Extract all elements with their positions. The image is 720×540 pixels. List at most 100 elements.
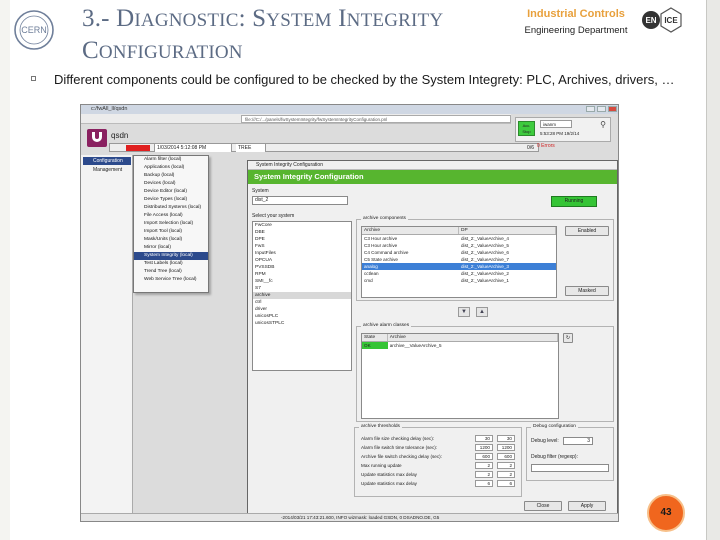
archive-components-title: archive components (361, 216, 408, 221)
threshold-current: 30 (497, 435, 515, 442)
slide: CERN 3.- DIAGNOSTIC: SYSTEM INTEGRITY CO… (0, 0, 720, 540)
menu-item[interactable]: Web Service Tree (local) (134, 276, 208, 284)
threshold-current: 2 (497, 471, 515, 478)
list-item[interactable]: FwCore (253, 222, 351, 229)
menu-item[interactable]: Test Labels (local) (134, 260, 208, 268)
list-item[interactable]: S7 (253, 285, 351, 292)
list-item[interactable]: ctrl (253, 299, 351, 306)
list-item[interactable]: DPE (253, 236, 351, 243)
dialog-header: System Integrity Configuration (248, 170, 617, 184)
list-item[interactable]: unicosPLC (253, 313, 351, 320)
cell: dist_2:_ValueArchive_5 (461, 243, 509, 248)
menu-item[interactable]: Import Tool (local) (134, 228, 208, 236)
menu-item[interactable]: Devices (local) (134, 180, 208, 188)
close-icon[interactable] (608, 106, 617, 112)
menu-item[interactable]: File Access (local) (134, 212, 208, 220)
apply-button[interactable]: Apply (568, 501, 606, 511)
debug-level-field[interactable]: 3 (563, 437, 593, 445)
threshold-value[interactable]: 30 (475, 435, 493, 442)
threshold-label: Alarm file switch time tolerance (sec): (361, 445, 438, 450)
url-field[interactable]: file:///C:/.../panels/fwSystemIntegrity/… (241, 115, 511, 123)
menu-item[interactable]: Mask/Units (local) (134, 236, 208, 244)
alarm-indicator (126, 145, 150, 151)
archive-table: Archive DP C3 Hour archive dist_2:_ValueA… (361, 226, 557, 298)
list-item[interactable]: driver (253, 306, 351, 313)
user-field[interactable]: iwanm (540, 120, 572, 128)
maximize-icon[interactable] (597, 106, 606, 112)
thresholds-title: archive thresholds (359, 424, 402, 429)
dialog-window-title: System Integrity Configuration (256, 162, 323, 168)
table-row[interactable]: cmd dist_2:_ValueArchive_1 (362, 277, 556, 284)
table-row[interactable]: C4 Command archive dist_2:_ValueArchive_6 (362, 249, 556, 256)
acc-stop-button[interactable]: Acc. Stop (518, 121, 535, 136)
column-header[interactable]: Archive (388, 334, 558, 341)
threshold-current: 1200 (497, 444, 515, 451)
list-item[interactable]: RPM (253, 271, 351, 278)
table-row[interactable]: C3 Hour archive dist_2:_ValueArchive_5 (362, 242, 556, 249)
list-item[interactable]: unicosSTPLC (253, 320, 351, 327)
table-row[interactable]: C3 Hour archive dist_2:_ValueArchive_4 (362, 235, 556, 242)
threshold-row: Update statistics max delay 6 6 (361, 480, 521, 488)
list-item[interactable]: OPCUA (253, 257, 351, 264)
slide-title: 3.- DIAGNOSTIC: SYSTEM INTEGRITY CONFIGU… (82, 5, 444, 64)
masked-button[interactable]: Masked (565, 286, 609, 296)
table-row-selected[interactable]: analog dist_2:_ValueArchive_3 (362, 263, 556, 270)
debug-filter-field[interactable] (531, 464, 609, 472)
threshold-label: Alarm file size checking delay (sec): (361, 436, 435, 441)
user-panel: Acc. Stop iwanm 5:53:28 PM 19/2/14 ⚲ (515, 117, 611, 142)
close-button[interactable]: Close (524, 501, 562, 511)
system-integrity-dialog: System Integrity Configuration System In… (247, 160, 618, 521)
list-item[interactable]: DBE (253, 229, 351, 236)
log-message: -2014/03/21 17:43:21.600, INFO wizmask: … (281, 515, 440, 520)
enabled-button[interactable]: Enabled (565, 226, 609, 236)
list-item[interactable]: SMI__fc (253, 278, 351, 285)
svg-text:ICE: ICE (664, 16, 678, 25)
threshold-value[interactable]: 2 (475, 462, 493, 469)
alarm-classes-title: archive alarm classes (361, 323, 412, 328)
table-row[interactable]: cctlean dist_2:_ValueArchive_2 (362, 270, 556, 277)
table-row[interactable]: OK archive__ValueArchive_5 (362, 342, 558, 349)
nav-item-management[interactable]: Management (83, 166, 131, 174)
arrow-down-icon[interactable]: ▼ (458, 307, 470, 317)
list-item[interactable]: FwS (253, 243, 351, 250)
menu-item[interactable]: Device Types (local) (134, 196, 208, 204)
minimize-icon[interactable] (586, 106, 595, 112)
table-row[interactable]: C5 State archive dist_2:_ValueArchive_7 (362, 256, 556, 263)
components-list[interactable]: FwCore DBE DPE FwS InputFiles OPCUA PVSS… (252, 221, 352, 371)
archive-cell: archive__ValueArchive_5 (389, 343, 442, 348)
slide-left-border (0, 0, 10, 540)
arrow-up-icon[interactable]: ▲ (476, 307, 488, 317)
menu-item[interactable]: Import Selection (local) (134, 220, 208, 228)
cell: analog (364, 264, 378, 269)
threshold-row: Alarm file size checking delay (sec): 30… (361, 435, 521, 443)
list-item[interactable]: InputFiles (253, 250, 351, 257)
menu-item[interactable]: Mirror (local) (134, 244, 208, 252)
svg-text:CERN: CERN (21, 25, 47, 35)
menu-item-system-integrity[interactable]: System Integrity (local) (134, 252, 208, 260)
slide-right-border (706, 0, 720, 540)
system-select[interactable]: dist_2 (252, 196, 348, 205)
threshold-row: Archive file switch checking delay (sec)… (361, 453, 521, 461)
column-header[interactable]: State (362, 334, 388, 341)
column-header[interactable]: DP (459, 227, 556, 234)
list-item-selected[interactable]: archive (253, 292, 351, 299)
threshold-value[interactable]: 2 (475, 471, 493, 478)
search-icon[interactable]: ⚲ (600, 120, 606, 129)
column-header[interactable]: Archive (362, 227, 459, 234)
threshold-value[interactable]: 1200 (475, 444, 493, 451)
cell: dist_2:_ValueArchive_3 (461, 264, 509, 269)
window-controls (586, 106, 617, 112)
refresh-icon[interactable]: ↻ (563, 333, 573, 343)
threshold-value[interactable]: 600 (475, 453, 493, 460)
header-department: Industrial Controls Engineering Departme… (514, 8, 638, 36)
menu-item[interactable]: Device Editor (local) (134, 188, 208, 196)
list-item[interactable]: PVSSDB (253, 264, 351, 271)
state-cell: OK (362, 342, 388, 349)
threshold-value[interactable]: 6 (475, 480, 493, 487)
menu-item[interactable]: Backup (local) (134, 172, 208, 180)
nav-item-configuration[interactable]: Configuration (83, 157, 131, 165)
menu-item[interactable]: Trend Tree (local) (134, 268, 208, 276)
menu-item[interactable]: Distributed Systems (local) (134, 204, 208, 212)
menu-item[interactable]: Alarm filter (local) (134, 156, 208, 164)
menu-item[interactable]: Applications (local) (134, 164, 208, 172)
